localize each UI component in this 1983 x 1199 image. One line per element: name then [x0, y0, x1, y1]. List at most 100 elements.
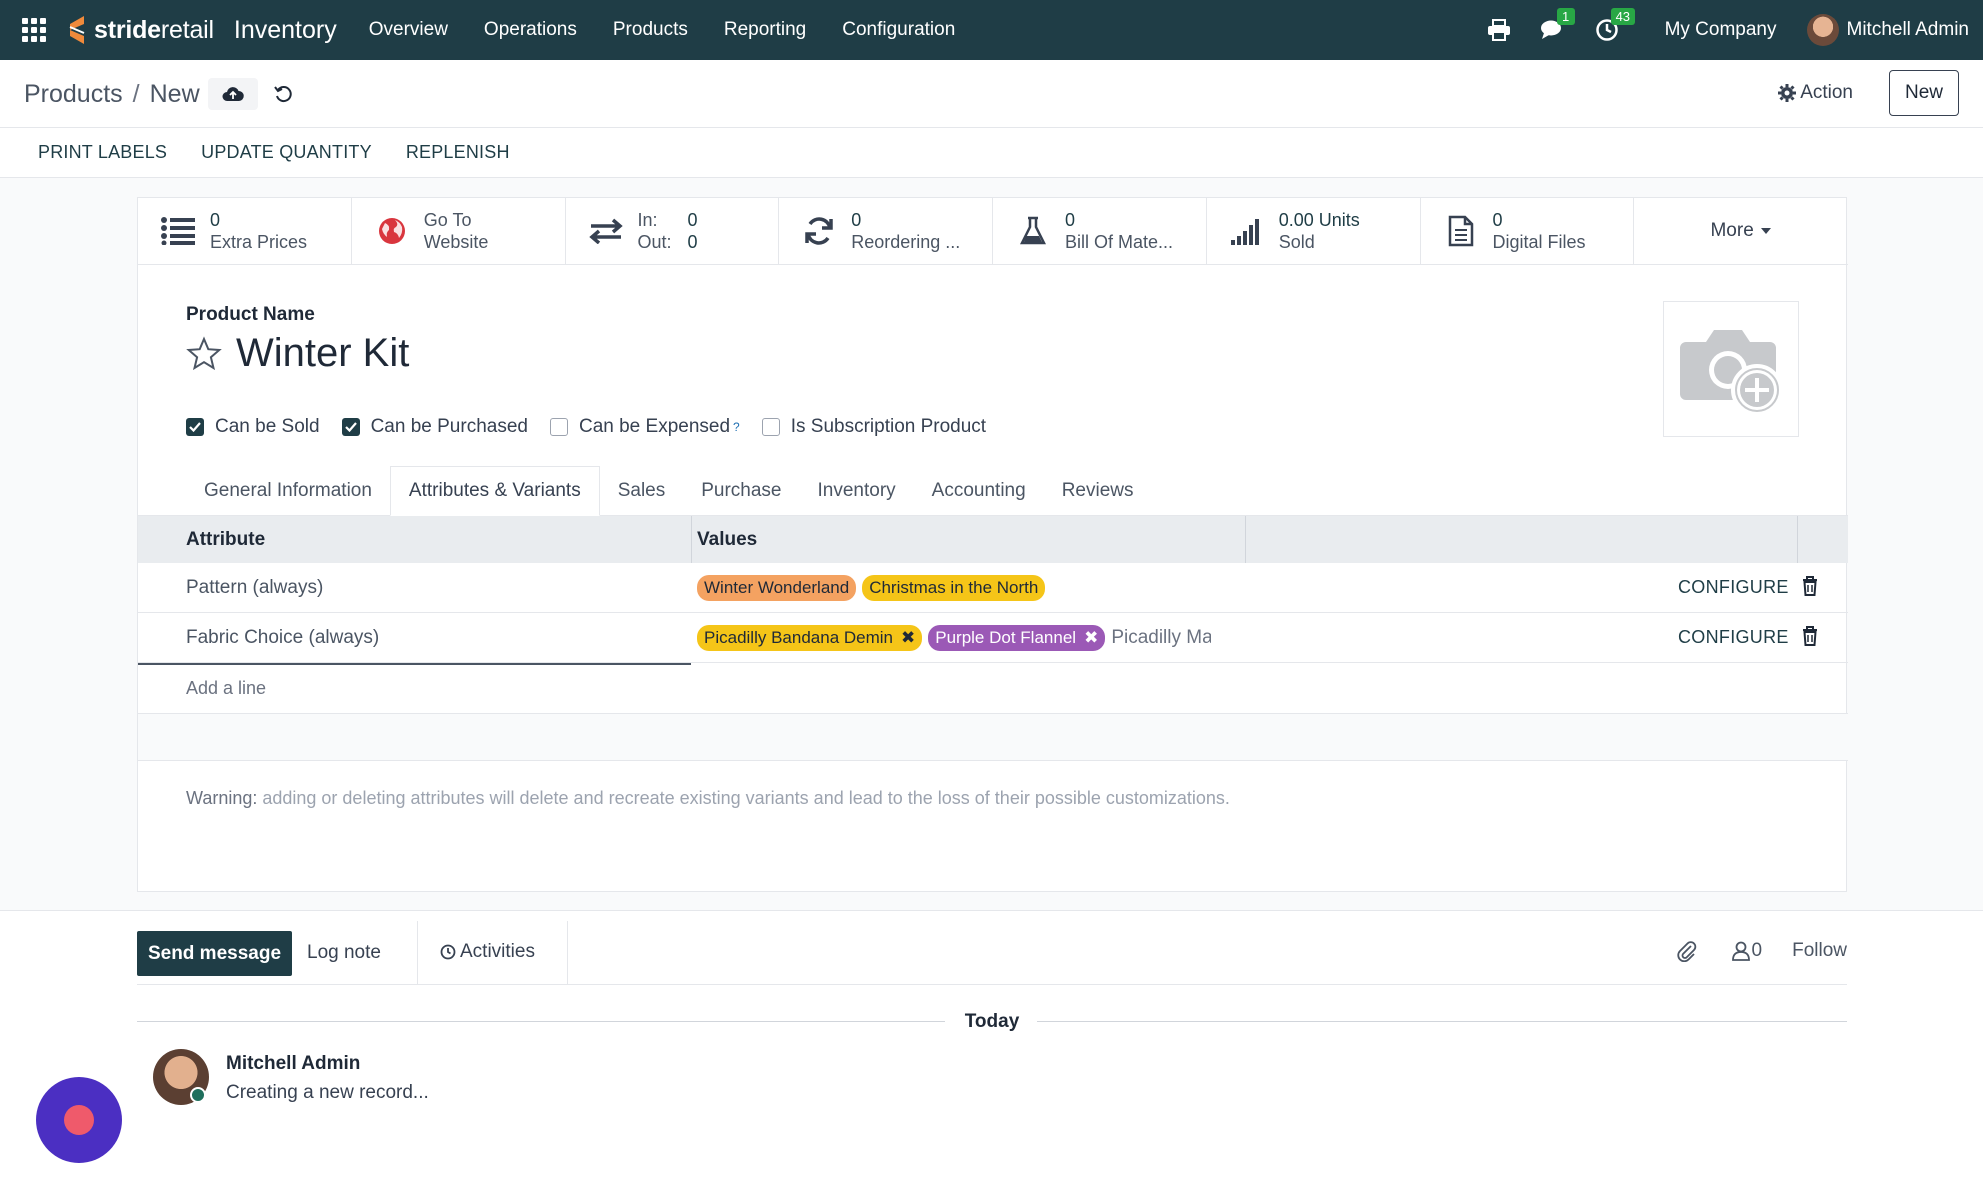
can-be-sold-checkbox[interactable]: Can be Sold — [186, 416, 320, 438]
value-tag[interactable]: Picadilly Bandana Demin ✖ — [697, 625, 923, 651]
menu-reporting[interactable]: Reporting — [706, 19, 824, 41]
value-tag[interactable]: Purple Dot Flannel ✖ — [928, 625, 1106, 651]
company-switcher[interactable]: My Company — [1665, 19, 1777, 41]
sold-value: 0.00 Units — [1278, 210, 1360, 230]
trash-icon[interactable] — [1802, 576, 1818, 596]
column-values[interactable]: Values — [697, 529, 757, 551]
follow-button[interactable]: Follow — [1792, 940, 1847, 962]
configure-button[interactable]: CONFIGURE — [1678, 577, 1789, 598]
product-name-input[interactable]: Winter Kit — [236, 331, 409, 376]
followers-count[interactable]: 0 — [1752, 940, 1763, 962]
smart-button-box: 0 Extra Prices Go To Website In: 0 Out: 0 0R… — [138, 198, 1848, 265]
messages-icon[interactable]: 1 — [1539, 8, 1575, 44]
print-labels-button[interactable]: PRINT LABELS — [38, 142, 167, 163]
tab-inventory[interactable]: Inventory — [800, 466, 914, 516]
bill-of-materials-button[interactable]: 0 Bill Of Mate... — [993, 198, 1207, 264]
user-menu[interactable]: Mitchell Admin — [1806, 14, 1969, 46]
tab-purchase[interactable]: Purchase — [683, 466, 799, 516]
go-to-website-button[interactable]: Go To Website — [352, 198, 566, 264]
attribute-name[interactable]: Pattern (always) — [186, 577, 323, 599]
save-cloud-icon[interactable] — [207, 78, 258, 110]
activities-clock-icon[interactable]: 43 — [1593, 8, 1636, 44]
menu-operations[interactable]: Operations — [466, 19, 595, 41]
tab-sales[interactable]: Sales — [600, 466, 684, 516]
reordering-label: Reordering ... — [851, 232, 961, 252]
table-footer-row — [138, 713, 1848, 761]
tab-reviews[interactable]: Reviews — [1044, 466, 1152, 516]
product-image-upload[interactable] — [1663, 301, 1799, 437]
print-icon[interactable] — [1485, 16, 1513, 44]
website-line2: Website — [423, 232, 489, 252]
list-icon — [160, 214, 196, 248]
action-menu-button[interactable]: Action — [1778, 82, 1853, 104]
flask-icon — [1015, 214, 1051, 248]
value-tag[interactable]: Christmas in the North — [862, 575, 1046, 601]
form-sheet: 0 Extra Prices Go To Website In: 0 Out: 0 0R… — [137, 197, 1848, 892]
send-message-button[interactable]: Send message — [137, 931, 292, 976]
breadcrumb-separator: / — [132, 79, 140, 108]
tab-accounting[interactable]: Accounting — [914, 466, 1044, 516]
values-autocomplete-input[interactable]: Picadilly Ma — [1111, 627, 1211, 649]
replenish-button[interactable]: REPLENISH — [406, 142, 510, 163]
remove-tag-icon[interactable]: ✖ — [901, 628, 915, 648]
favorite-star-icon[interactable] — [186, 335, 222, 372]
warning-label: Warning: — [186, 788, 258, 808]
new-button[interactable]: New — [1889, 70, 1959, 116]
sold-label: Sold — [1278, 232, 1315, 252]
more-smart-buttons[interactable]: More — [1634, 198, 1848, 264]
breadcrumb-products[interactable]: Products — [24, 80, 123, 109]
app-name[interactable]: Inventory — [234, 16, 337, 45]
activities-badge: 43 — [1610, 8, 1636, 25]
menu-configuration[interactable]: Configuration — [824, 19, 973, 41]
control-panel: Products / New Action New — [0, 60, 1983, 128]
followers-user-icon[interactable] — [1731, 941, 1750, 961]
activities-label: Activities — [460, 941, 535, 962]
attributes-warning: Warning: adding or deleting attributes w… — [186, 788, 1230, 809]
trash-icon[interactable] — [1802, 626, 1818, 646]
digital-files-button[interactable]: 0 Digital Files — [1421, 198, 1635, 264]
attribute-name[interactable]: Fabric Choice (always) — [186, 627, 379, 649]
floating-assistant-button[interactable] — [36, 1077, 122, 1163]
help-tooltip-icon[interactable]: ? — [733, 420, 740, 434]
extra-prices-button[interactable]: 0 Extra Prices — [138, 198, 352, 264]
in-out-button[interactable]: In: 0 Out: 0 — [566, 198, 780, 264]
document-icon — [1443, 214, 1479, 248]
digital-files-label: Digital Files — [1492, 232, 1586, 252]
chatter-topbar: Send message Log note Activities 0 Follo… — [137, 921, 1847, 985]
discard-undo-icon[interactable] — [266, 78, 300, 110]
activities-button[interactable]: Activities — [440, 941, 535, 963]
menu-overview[interactable]: Overview — [351, 19, 466, 41]
message-body: Creating a new record... — [226, 1082, 429, 1103]
divider — [417, 921, 418, 985]
remove-tag-icon[interactable]: ✖ — [1084, 628, 1098, 648]
paperclip-icon[interactable] — [1676, 940, 1698, 962]
can-be-expensed-checkbox[interactable]: Can be Expensed? — [549, 416, 740, 438]
update-quantity-button[interactable]: UPDATE QUANTITY — [201, 142, 372, 163]
log-note-button[interactable]: Log note — [307, 942, 381, 964]
column-attribute[interactable]: Attribute — [186, 529, 265, 551]
message-author[interactable]: Mitchell Admin — [226, 1053, 360, 1075]
add-a-line-button[interactable]: Add a line — [186, 678, 266, 699]
website-line1: Go To — [423, 210, 472, 230]
can-be-purchased-checkbox[interactable]: Can be Purchased — [341, 416, 528, 438]
bom-label: Bill Of Mate... — [1065, 232, 1174, 252]
menu-products[interactable]: Products — [595, 19, 706, 41]
gear-icon — [1778, 84, 1797, 102]
digital-files-value: 0 — [1492, 210, 1503, 230]
units-sold-button[interactable]: 0.00 Units Sold — [1207, 198, 1421, 264]
reordering-button[interactable]: 0 Reordering ... — [779, 198, 993, 264]
table-row[interactable]: Pattern (always) Winter Wonderland Chris… — [138, 563, 1848, 613]
extra-prices-value: 0 — [210, 210, 221, 230]
globe-icon — [374, 214, 410, 248]
is-subscription-checkbox[interactable]: Is Subscription Product — [761, 416, 986, 438]
tab-attributes-variants[interactable]: Attributes & Variants — [389, 466, 600, 516]
value-tag[interactable]: Winter Wonderland — [697, 575, 857, 601]
tab-general-information[interactable]: General Information — [186, 466, 390, 516]
top-navbar: stride retail Inventory Overview Operatio… — [0, 0, 1983, 60]
brand-logo[interactable]: stride retail — [64, 13, 214, 47]
brand-name-light: retail — [160, 15, 214, 44]
apps-menu-icon[interactable] — [22, 18, 46, 42]
table-row[interactable]: Fabric Choice (always) Picadilly Bandana… — [138, 613, 1848, 663]
configure-button[interactable]: CONFIGURE — [1678, 627, 1789, 648]
brand-mark-icon — [69, 16, 85, 44]
